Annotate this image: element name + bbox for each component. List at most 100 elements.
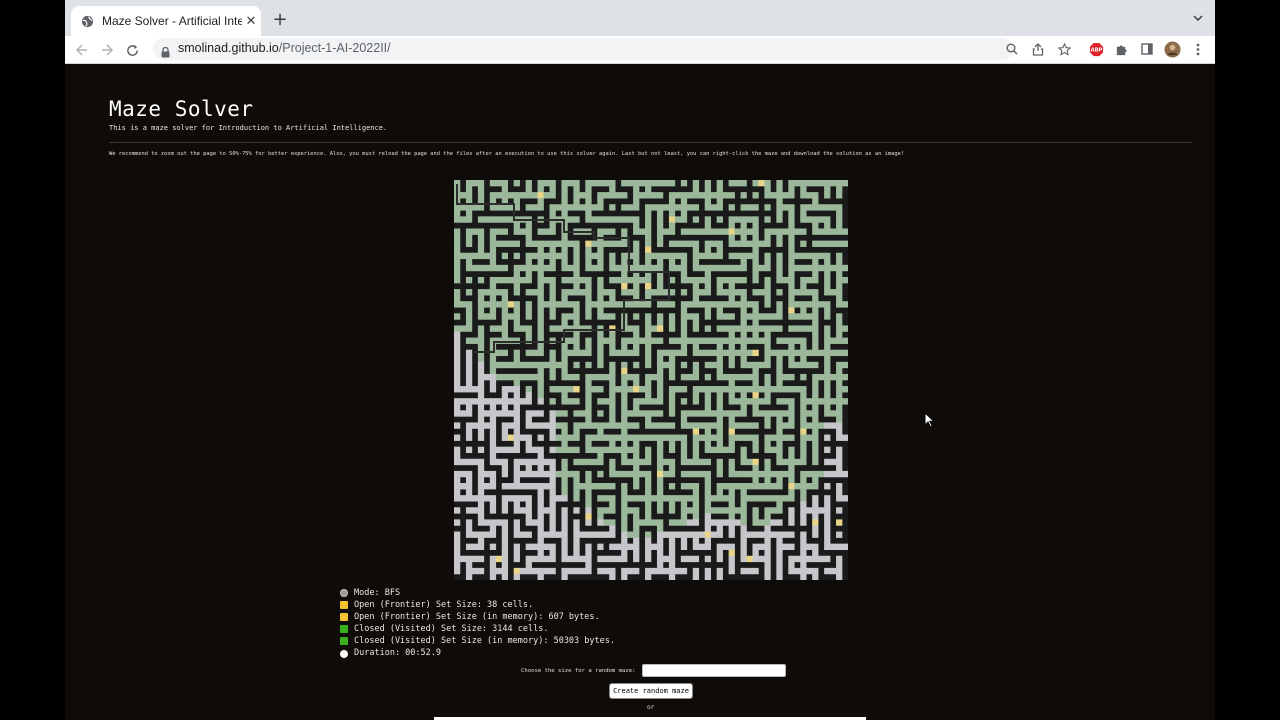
maze-cell — [686, 192, 694, 199]
maze-cell — [561, 252, 568, 260]
maze-cell — [609, 519, 616, 526]
maze-cell — [561, 204, 568, 211]
maze-cell — [555, 204, 562, 211]
maze-cell — [692, 519, 700, 526]
maze-cell — [597, 301, 604, 308]
maze-cell — [764, 464, 771, 472]
maze-cell — [537, 349, 544, 357]
profile-avatar[interactable] — [1163, 40, 1181, 58]
maze-cell — [489, 410, 497, 417]
maze-cell — [567, 204, 574, 211]
maze-cell — [758, 410, 765, 417]
maze-cell — [788, 410, 795, 417]
maze-cell — [537, 458, 544, 466]
maze-cell — [627, 470, 634, 478]
maze-cell — [483, 483, 491, 490]
lock-icon[interactable] — [161, 43, 170, 62]
maze-cell — [746, 337, 753, 344]
maze-cell — [704, 513, 711, 520]
maze-cell — [716, 216, 723, 223]
maze-cell — [680, 192, 688, 199]
maze-cell — [800, 349, 807, 357]
maze-cell — [567, 264, 574, 272]
maze-cell — [728, 507, 735, 514]
maze-cell — [818, 264, 825, 272]
tab-active[interactable]: Maze Solver - Artificial Intellige ✕ — [71, 6, 261, 36]
maze-cell — [454, 531, 461, 538]
chevron-down-icon[interactable] — [1191, 11, 1205, 25]
maze-cell — [609, 252, 616, 260]
maze-cell — [459, 386, 467, 393]
create-random-maze-button[interactable]: Create random maze — [609, 683, 693, 699]
address-bar[interactable]: smolinad.github.io/Project-1-AI-2022II/ — [153, 38, 1013, 60]
maze-cell — [573, 507, 580, 514]
maze-cell — [824, 228, 831, 235]
maze-cell — [704, 489, 711, 496]
maze-cell — [674, 192, 682, 199]
maze-cell — [836, 252, 843, 260]
maze-cell — [800, 446, 807, 454]
maze-cell — [764, 555, 771, 563]
maze-cell — [740, 567, 747, 575]
maze-cell — [836, 222, 843, 229]
maze-cell — [752, 555, 759, 563]
sidepanel-icon[interactable] — [1138, 40, 1156, 58]
maze-cell — [507, 276, 514, 284]
adblock-icon[interactable]: ABP — [1087, 40, 1105, 58]
maze-canvas[interactable] — [454, 180, 848, 580]
maze-cell — [543, 228, 550, 235]
maze-cell — [788, 531, 795, 538]
close-icon[interactable]: ✕ — [242, 12, 260, 30]
maze-cell — [483, 422, 491, 429]
maze-cell — [633, 264, 640, 272]
maze-cell — [525, 561, 532, 569]
reload-icon[interactable] — [122, 40, 142, 60]
maze-cell — [454, 355, 461, 363]
maze-cell — [776, 270, 783, 278]
maze-cell — [465, 276, 473, 284]
extensions-icon[interactable] — [1112, 40, 1130, 58]
maze-cell — [668, 222, 676, 229]
maze-cell — [746, 422, 753, 429]
maze-cell — [824, 301, 831, 308]
maze-cell — [489, 519, 497, 526]
maze-cell — [567, 567, 574, 575]
maze-cell — [585, 240, 592, 247]
maze-cell — [800, 289, 807, 296]
maze-cell — [495, 410, 503, 417]
maze-cell — [537, 549, 544, 557]
maze-cell — [477, 240, 485, 247]
maze-cell — [806, 398, 813, 405]
maze-cell — [698, 252, 706, 260]
maze-cell — [621, 501, 628, 508]
maze-cell — [788, 180, 795, 187]
maze-cell — [585, 507, 592, 514]
maze-cell — [549, 204, 556, 211]
maze-cell — [633, 483, 640, 490]
maze-cell — [752, 216, 759, 223]
maze-cell — [656, 325, 664, 332]
maze-cell — [668, 204, 676, 211]
maze-cell — [692, 483, 700, 490]
maze-cell — [609, 567, 616, 575]
kebab-menu-icon[interactable] — [1189, 40, 1207, 58]
maze-cell — [800, 404, 807, 411]
maze-cell — [561, 513, 568, 520]
forward-icon[interactable] — [97, 40, 117, 60]
maze-cell — [728, 380, 735, 387]
share-icon[interactable] — [1029, 40, 1047, 58]
maze-cell — [555, 301, 562, 308]
maze-cell — [633, 325, 640, 332]
maze-cell — [740, 525, 747, 532]
plus-icon[interactable]: + — [271, 9, 289, 30]
maze-cell — [477, 519, 485, 526]
maze-cell — [812, 519, 819, 526]
size-input[interactable] — [641, 664, 786, 677]
maze-cell — [788, 192, 795, 199]
zoom-icon[interactable] — [1003, 40, 1021, 58]
back-icon[interactable] — [72, 40, 92, 60]
star-icon[interactable] — [1055, 40, 1073, 58]
maze-cell — [680, 301, 688, 308]
maze-cell — [788, 416, 795, 423]
maze-cell — [507, 386, 514, 393]
